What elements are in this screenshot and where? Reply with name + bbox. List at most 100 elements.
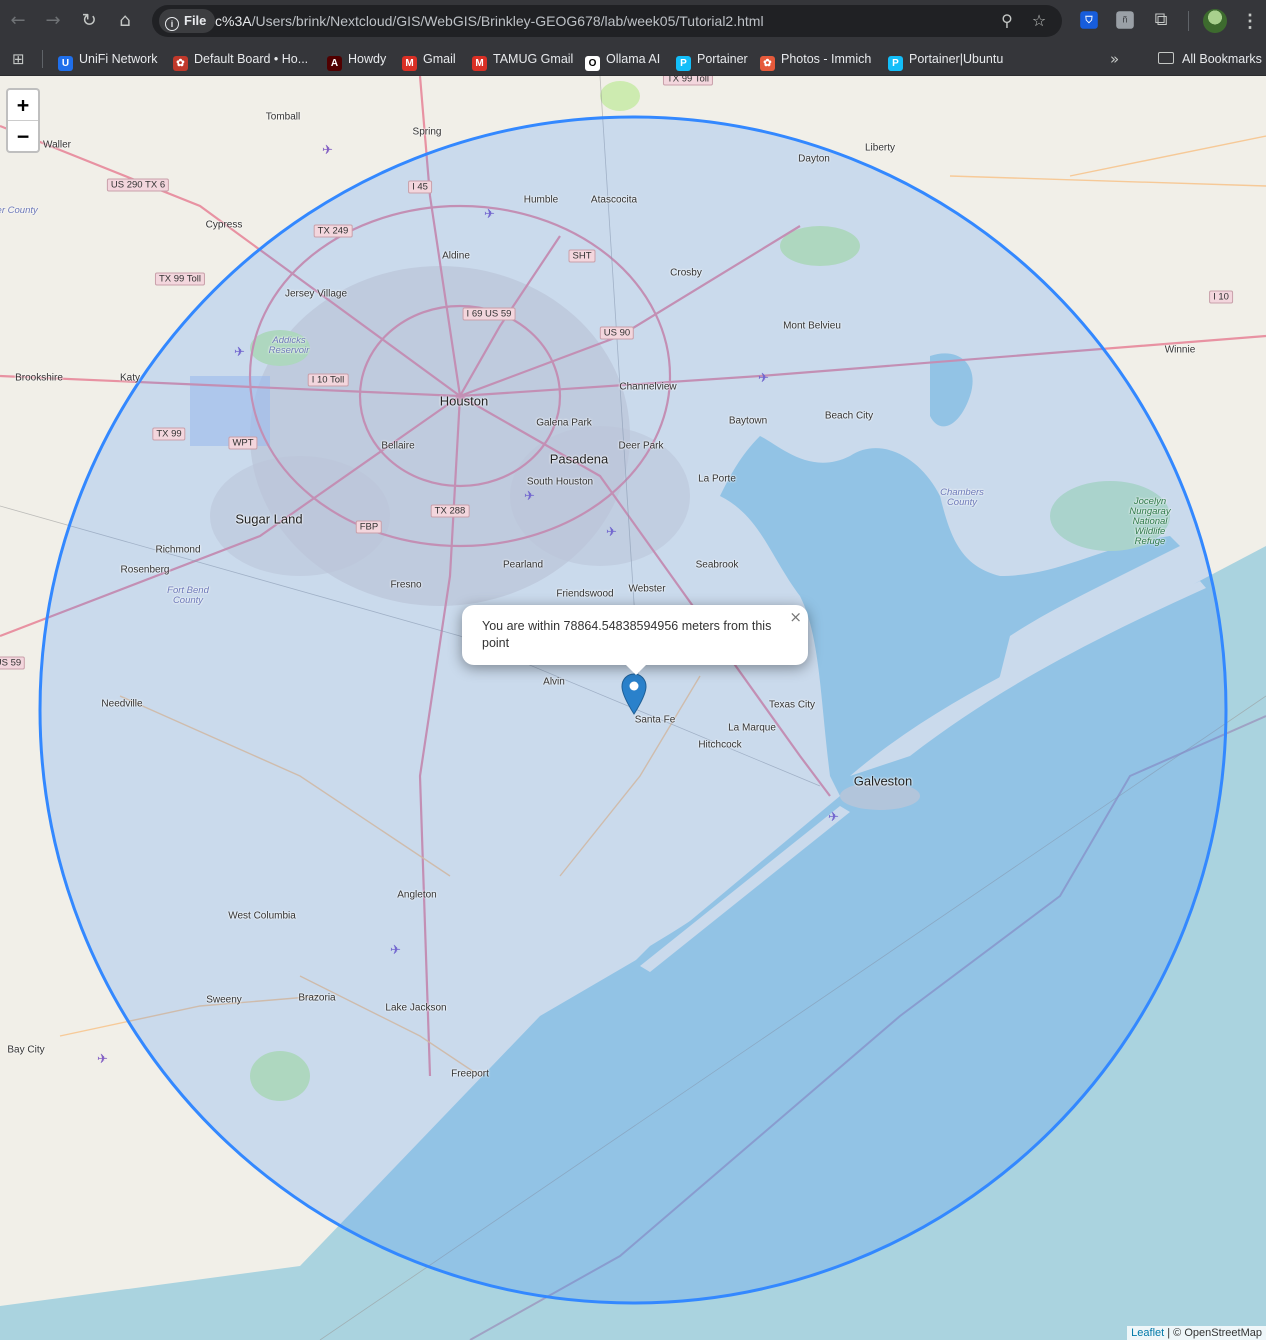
place-label: Spring [412, 126, 442, 138]
bookmark-favicon-icon: P [888, 56, 903, 71]
scheme-label: File [184, 13, 207, 28]
star-icon[interactable]: ☆ [1027, 9, 1051, 33]
place-label: Alvin [543, 676, 565, 688]
browser-toolbar: ← → ↻ ⌂ i File c%3A/Users/brink/Nextcloud… [0, 0, 1266, 42]
bookmark-item[interactable]: P Portainer|Ubuntu [888, 48, 1004, 71]
place-label: Liberty [864, 142, 896, 154]
place-label: Santa Fe [634, 714, 676, 726]
place-label: Beach City [824, 410, 874, 422]
home-icon[interactable]: ⌂ [112, 8, 138, 34]
leaflet-map[interactable]: ✈ ✈ ✈ ✈ ✈ ✈ ✈ ✈ ✈ Houston Pasadena Sugar Land Gal… [0, 76, 1266, 1340]
highway-shield: TX 99 Toll [154, 272, 206, 286]
toolbar-divider [1188, 11, 1189, 31]
extension-icon[interactable]: ñ [1116, 11, 1134, 29]
bitwarden-extension-icon[interactable]: ⛉ [1080, 11, 1098, 29]
bookmark-item[interactable]: U UniFi Network [58, 48, 158, 71]
popup-text: You are within 78864.54838594956 meters … [482, 619, 772, 650]
profile-avatar[interactable] [1203, 9, 1227, 33]
park-label: Jocelyn Nungaray National Wildlife Refug… [1129, 496, 1171, 547]
apps-grid-icon[interactable]: ⊞ [12, 51, 28, 67]
chevron-double-right-icon[interactable]: » [1110, 48, 1119, 70]
place-label: Seabrook [695, 559, 739, 571]
url-text[interactable]: c%3A/Users/brink/Nextcloud/GIS/WebGIS/Br… [215, 5, 764, 37]
back-icon[interactable]: ← [5, 8, 31, 34]
bookmark-label: Portainer|Ubuntu [909, 52, 1004, 66]
location-pin-icon[interactable]: ⚲ [995, 9, 1019, 33]
place-label: Lake Jackson [385, 1002, 447, 1014]
address-bar[interactable]: i File c%3A/Users/brink/Nextcloud/GIS/Web… [152, 5, 1062, 37]
bookmark-item[interactable]: O Ollama AI [585, 48, 660, 71]
place-label: Webster [628, 583, 666, 595]
highway-shield: US 59 [0, 656, 26, 670]
water-label: Addicks Reservoir [268, 335, 310, 356]
place-label: Winnie [1164, 344, 1196, 356]
place-label: Rosenberg [120, 564, 170, 576]
place-label: Bellaire [381, 440, 415, 452]
reload-icon[interactable]: ↻ [76, 8, 102, 34]
attribution-text: | © OpenStreetMap [1164, 1327, 1262, 1339]
place-label: Pearland [502, 559, 544, 571]
place-label: Crosby [670, 267, 702, 279]
place-label: Brazoria [298, 992, 336, 1004]
bookmark-label: Photos - Immich [781, 52, 872, 66]
bookmark-favicon-icon: ✿ [760, 56, 775, 71]
place-label: Friendswood [556, 588, 614, 600]
place-label: Waller [43, 139, 71, 151]
bookmark-label: TAMUG Gmail [493, 52, 574, 66]
place-label: La Porte [698, 473, 736, 485]
highway-shield: US 290 TX 6 [106, 178, 170, 192]
water-label: Fort Bend County [167, 585, 209, 606]
water-label: Waller County [0, 205, 38, 216]
place-label: Baytown [728, 415, 768, 427]
svg-text:✈: ✈ [322, 143, 333, 158]
popup-close-button[interactable]: × [789, 608, 802, 626]
place-label: Katy [119, 372, 141, 384]
bookmark-item[interactable]: M TAMUG Gmail [472, 48, 574, 71]
highway-shield: US 90 [599, 326, 635, 340]
highway-shield: TX 288 [430, 504, 470, 518]
place-label: Brookshire [15, 372, 63, 384]
place-label: Pasadena [549, 451, 609, 467]
bookmark-label: UniFi Network [79, 52, 158, 66]
zoom-out-button[interactable]: − [8, 120, 38, 151]
place-label: Atascocita [590, 194, 638, 206]
url-path: /Users/brink/Nextcloud/GIS/WebGIS/Brinkl… [251, 13, 764, 29]
bookmark-item[interactable]: A Howdy [327, 48, 387, 71]
highway-shield: I 45 [408, 180, 432, 194]
place-label: Bay City [7, 1044, 45, 1056]
map-attribution: Leaflet | © OpenStreetMap [1127, 1326, 1266, 1340]
info-icon: i [165, 17, 179, 31]
forward-icon[interactable]: → [40, 8, 66, 34]
all-bookmarks-folder[interactable]: All Bookmarks [1158, 48, 1262, 70]
place-label: Houston [439, 393, 489, 409]
place-label: Dayton [798, 153, 830, 165]
bookmark-label: Howdy [348, 52, 387, 66]
bookmark-label: Default Board • Ho... [194, 52, 309, 66]
place-label: Aldine [442, 250, 470, 262]
marker-popup: You are within 78864.54838594956 meters … [462, 605, 808, 675]
bookmarks-divider [42, 50, 43, 68]
place-label: Cypress [205, 219, 243, 231]
highway-shield: TX 99 Toll [662, 76, 714, 86]
map-marker-icon[interactable] [621, 673, 647, 715]
bookmark-favicon-icon: M [402, 56, 417, 71]
leaflet-link[interactable]: Leaflet [1131, 1327, 1164, 1339]
place-label: La Marque [728, 722, 776, 734]
bookmark-favicon-icon: ✿ [173, 56, 188, 71]
bookmark-item[interactable]: ✿ Default Board • Ho... [173, 48, 309, 71]
bookmark-item[interactable]: M Gmail [402, 48, 456, 71]
bookmark-label: Gmail [423, 52, 456, 66]
site-info-chip[interactable]: i File [159, 9, 216, 33]
place-label: Jersey Village [284, 288, 348, 300]
menu-dots-icon[interactable]: ⋮ [1240, 9, 1260, 33]
highway-shield: I 10 Toll [307, 373, 349, 387]
bookmark-item[interactable]: ✿ Photos - Immich [760, 48, 872, 71]
bookmark-item[interactable]: P Portainer [676, 48, 748, 71]
highway-shield: FBP [355, 520, 383, 534]
place-label: South Houston [526, 476, 594, 488]
extensions-puzzle-icon[interactable]: ⧉ [1150, 9, 1172, 31]
place-label: Galena Park [536, 417, 592, 429]
place-label: Hitchcock [698, 739, 742, 751]
zoom-in-button[interactable]: + [8, 90, 38, 120]
highway-shield: TX 99 [152, 427, 186, 441]
